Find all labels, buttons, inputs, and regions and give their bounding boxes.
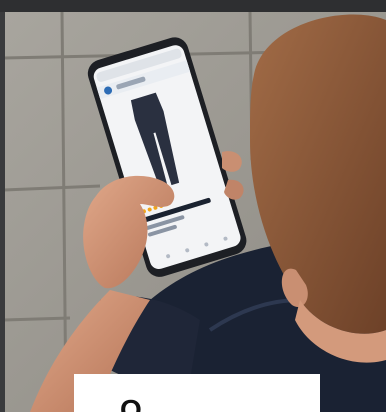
caption-card: O bbox=[74, 374, 320, 412]
top-frame bbox=[0, 0, 386, 12]
photo-scene: O bbox=[0, 0, 386, 412]
left-frame bbox=[0, 12, 5, 412]
photo-illustration bbox=[0, 0, 386, 412]
caption-card-text: O bbox=[120, 394, 142, 412]
